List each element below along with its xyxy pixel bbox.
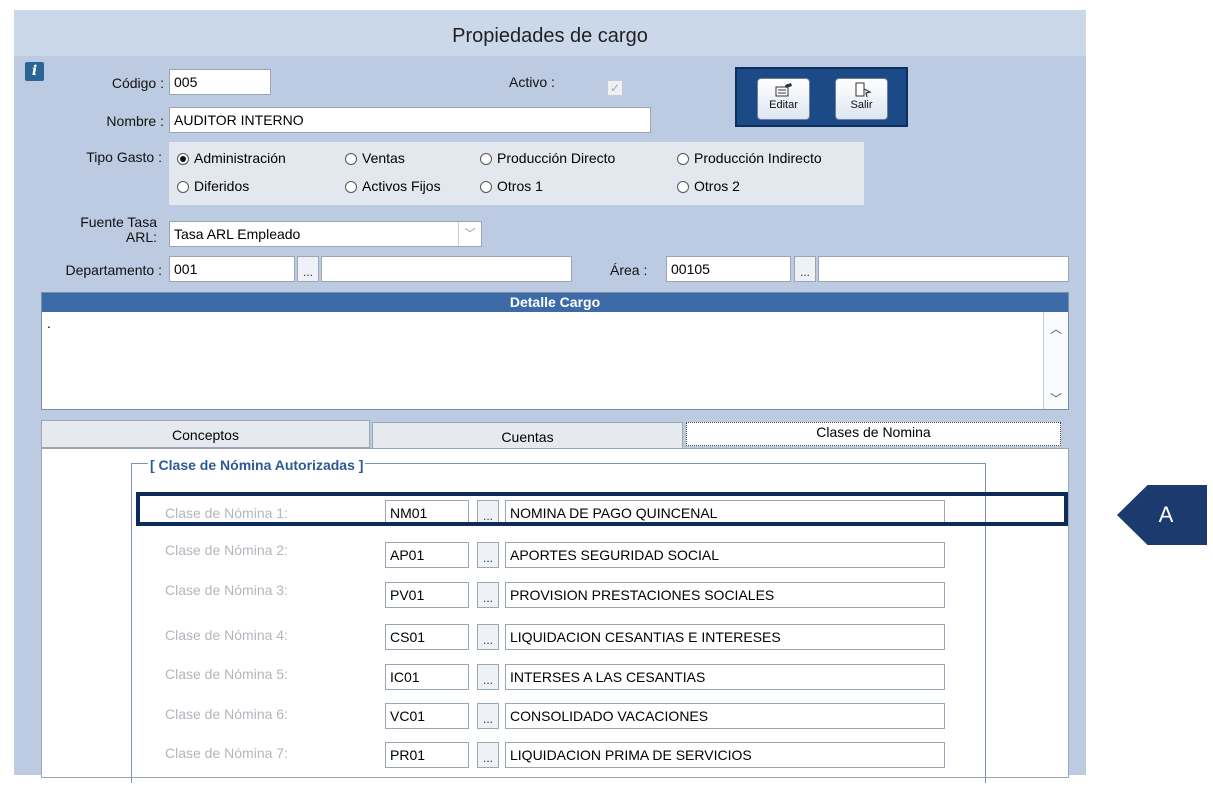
toolbar-panel: Editar Salir [735,67,908,127]
area-browse-button[interactable]: ... [794,256,816,282]
radio-otros-2[interactable]: Otros 2 [677,178,740,194]
departamento-desc-field[interactable] [321,256,572,282]
area-label: Área : [610,262,648,278]
tab-clases-de-nomina[interactable]: Clases de Nomina [686,422,1061,446]
nomina-browse-button[interactable]: ... [477,703,499,729]
salir-button[interactable]: Salir [835,78,888,120]
radio-activos-fijos[interactable]: Activos Fijos [345,178,441,194]
tab-cuentas[interactable]: Cuentas [372,422,683,450]
area-field[interactable]: 00105 [666,256,791,282]
radio-icon [177,181,189,193]
callout-marker: A [1117,485,1207,545]
nomina-row-label: Clase de Nómina 6: [165,706,288,722]
title-bar: Propiedades de cargo [14,10,1086,56]
nomina-row-label: Clase de Nómina 7: [165,745,288,761]
scroll-up-icon[interactable]: ︿ [1044,320,1068,337]
nomina-code-field[interactable]: IC01 [385,664,469,690]
radio-administracion[interactable]: Administración [177,150,286,166]
nomina-code-field[interactable]: PR01 [385,742,469,768]
nomina-browse-button[interactable]: ... [477,624,499,650]
departamento-label: Departamento : [65,262,163,278]
nomina-desc-field[interactable]: APORTES SEGURIDAD SOCIAL [505,542,945,568]
radio-selected-icon [177,153,189,165]
nomina-browse-button[interactable]: ... [477,742,499,768]
detalle-cargo-panel: Detalle Cargo . ︿ ﹀ [41,292,1069,410]
radio-label: Producción Directo [497,150,616,166]
radio-label: Administración [194,150,286,166]
nomina-code-field[interactable]: AP01 [385,542,469,568]
nomina-browse-button[interactable]: ... [477,542,499,568]
detalle-cargo-header: Detalle Cargo [42,293,1068,312]
radio-icon [677,181,689,193]
radio-produccion-directo[interactable]: Producción Directo [480,150,615,166]
window-title: Propiedades de cargo [452,25,648,47]
radio-diferidos[interactable]: Diferidos [177,178,249,194]
group-title: [ Clase de Nómina Autorizadas ] [148,457,366,473]
radio-otros-1[interactable]: Otros 1 [480,178,543,194]
radio-label: Producción Indirecto [694,150,822,166]
fuente-label-line2: ARL: [125,229,157,245]
radio-icon [677,153,689,165]
radio-label: Otros 2 [694,178,740,194]
nomina-desc-field[interactable]: CONSOLIDADO VACACIONES [505,703,945,729]
tipo-gasto-label: Tipo Gasto : [86,149,162,165]
edit-icon [775,83,792,97]
radio-label: Activos Fijos [362,178,441,194]
chevron-down-icon[interactable]: ﹀ [458,222,481,246]
nomina-row-label: Clase de Nómina 4: [165,627,288,643]
radio-produccion-indirecto[interactable]: Producción Indirecto [677,150,822,166]
nomina-desc-field[interactable]: PROVISION PRESTACIONES SOCIALES [505,582,945,608]
callout-label: A [1158,502,1174,527]
nombre-field[interactable]: AUDITOR INTERNO [169,107,651,133]
nomina-desc-field[interactable]: LIQUIDACION PRIMA DE SERVICIOS [505,742,945,768]
radio-icon [345,181,357,193]
salir-label: Salir [850,99,873,111]
nomina-browse-button[interactable]: ... [477,582,499,608]
nomina-desc-field[interactable]: LIQUIDACION CESANTIAS E INTERESES [505,624,945,650]
tipo-gasto-group: Administración Ventas Producción Directo… [169,142,864,205]
nomina-code-field[interactable]: CS01 [385,624,469,650]
codigo-field[interactable]: 005 [169,69,271,95]
fuente-tasa-value: Tasa ARL Empleado [174,226,301,242]
detalle-scrollbar[interactable]: ︿ ﹀ [1043,312,1068,409]
radio-label: Ventas [362,150,405,166]
exit-icon [855,82,872,98]
radio-label: Diferidos [194,178,250,194]
radio-icon [345,153,357,165]
nomina-row-label: Clase de Nómina 3: [165,582,288,598]
departamento-field[interactable]: 001 [169,256,295,282]
area-desc-field[interactable] [818,256,1069,282]
radio-icon [480,181,492,193]
nomina-row-label: Clase de Nómina 5: [165,666,288,682]
activo-label: Activo : [509,74,555,90]
nomina-code-field[interactable]: PV01 [385,582,469,608]
editar-label: Editar [769,99,798,111]
fuente-tasa-label: Fuente Tasa ARL: [44,215,157,245]
detalle-cargo-text[interactable]: . [47,315,51,331]
tab-conceptos[interactable]: Conceptos [41,420,370,448]
radio-icon [480,153,492,165]
nomina-row-label: Clase de Nómina 2: [165,542,288,558]
codigo-label: Código : [111,75,164,91]
fuente-label-line1: Fuente Tasa [80,214,157,230]
nombre-label: Nombre : [106,113,164,129]
nomina-code-field[interactable]: VC01 [385,703,469,729]
activo-checkbox[interactable]: ✓ [607,80,623,96]
scroll-down-icon[interactable]: ﹀ [1044,390,1068,407]
nomina-browse-button[interactable]: ... [477,664,499,690]
radio-ventas[interactable]: Ventas [345,150,405,166]
fuente-tasa-select[interactable]: Tasa ARL Empleado [169,221,482,247]
info-icon[interactable]: i [25,62,44,81]
editar-button[interactable]: Editar [757,78,810,120]
radio-label: Otros 1 [497,178,543,194]
nomina-desc-field[interactable]: INTERSES A LAS CESANTIAS [505,664,945,690]
departamento-browse-button[interactable]: ... [297,256,319,282]
highlight-box [136,492,1068,526]
